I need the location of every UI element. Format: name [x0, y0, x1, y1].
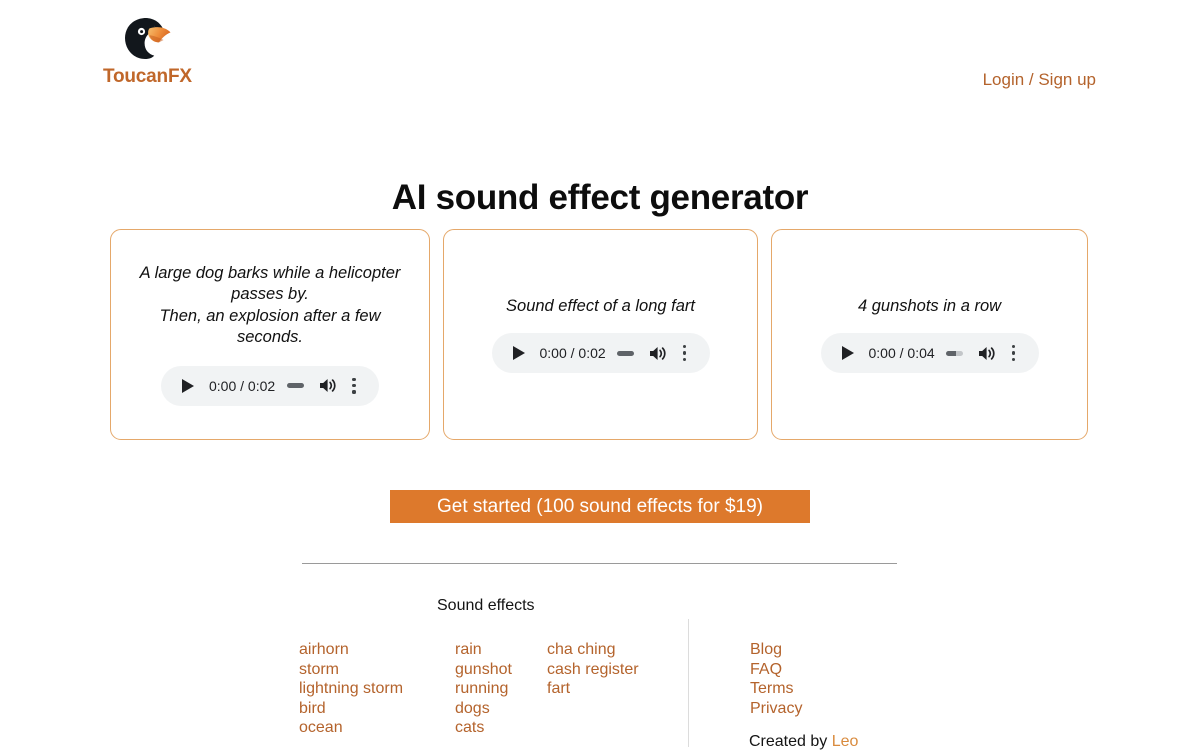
footer-heading: Sound effects: [437, 597, 535, 614]
sound-effects-column: cha ching cash register fart: [547, 640, 687, 738]
more-vertical-icon[interactable]: [674, 341, 696, 365]
sound-effects-column: airhorn storm lightning storm bird ocean: [299, 640, 455, 738]
sound-effect-link-dogs[interactable]: dogs: [455, 699, 547, 719]
brand-name: ToucanFX: [103, 66, 192, 87]
sample-prompt-text: Sound effect of a long fart: [506, 296, 695, 315]
audio-player[interactable]: 0:00 / 0:02: [161, 365, 379, 406]
audio-progress-bar: [946, 350, 964, 356]
sound-effects-links: airhorn storm lightning storm bird ocean…: [299, 640, 687, 738]
sample-card: 4 gunshots in a row 0:00 / 0:04: [771, 229, 1088, 440]
play-icon[interactable]: [506, 340, 532, 366]
volume-high-icon[interactable]: [315, 374, 339, 398]
sound-effect-link-ocean[interactable]: ocean: [299, 718, 455, 738]
footer-link-faq[interactable]: FAQ: [750, 660, 802, 680]
sound-effect-link-cha-ching[interactable]: cha ching: [547, 640, 687, 660]
login-signup-link[interactable]: Login / Sign up: [983, 70, 1096, 90]
volume-high-icon[interactable]: [646, 341, 670, 365]
volume-high-icon[interactable]: [975, 341, 999, 365]
audio-player[interactable]: 0:00 / 0:04: [820, 333, 1039, 374]
audio-time-display: 0:00 / 0:02: [209, 377, 276, 394]
audio-progress-slider[interactable]: [275, 383, 315, 389]
sound-effect-link-airhorn[interactable]: airhorn: [299, 640, 455, 660]
sound-effects-column: rain gunshot running dogs cats: [455, 640, 547, 738]
more-vertical-icon[interactable]: [343, 374, 365, 398]
audio-player[interactable]: 0:00 / 0:02: [491, 333, 710, 374]
audio-progress-bar: [286, 383, 304, 389]
audio-progress-bar: [617, 350, 635, 356]
toucan-logo-icon: [121, 14, 173, 64]
audio-progress-slider[interactable]: [935, 350, 975, 356]
sample-prompt-text: A large dog barks while a helicopter pas…: [139, 264, 401, 346]
footer-divider: [302, 563, 897, 564]
page-root: ToucanFX Login / Sign up AI sound effect…: [0, 0, 1200, 750]
sound-effect-link-gunshot[interactable]: gunshot: [455, 660, 547, 680]
sample-prompt-text: 4 gunshots in a row: [857, 296, 1002, 315]
footer-link-terms[interactable]: Terms: [750, 679, 802, 699]
audio-progress-slider[interactable]: [606, 350, 646, 356]
credit-line: Created by Leo: [749, 733, 858, 750]
sample-card: Sound effect of a long fart 0:00 / 0:02: [443, 229, 758, 440]
play-icon[interactable]: [175, 373, 201, 399]
sound-effect-link-bird[interactable]: bird: [299, 699, 455, 719]
get-started-button[interactable]: Get started (100 sound effects for $19): [390, 490, 810, 523]
sample-cards: A large dog barks while a helicopter pas…: [110, 229, 1090, 440]
site-header: ToucanFX Login / Sign up: [0, 0, 1200, 112]
sound-effect-link-storm[interactable]: storm: [299, 660, 455, 680]
sound-effect-link-cash-register[interactable]: cash register: [547, 660, 687, 680]
sound-effect-link-fart[interactable]: fart: [547, 679, 687, 699]
audio-time-display: 0:00 / 0:04: [868, 345, 935, 362]
credit-author-link[interactable]: Leo: [832, 733, 859, 750]
credit-prefix: Created by: [749, 733, 832, 750]
sound-effect-link-cats[interactable]: cats: [455, 718, 547, 738]
footer-link-blog[interactable]: Blog: [750, 640, 802, 660]
footer-site-links: Blog FAQ Terms Privacy: [750, 640, 802, 718]
play-icon[interactable]: [835, 340, 861, 366]
audio-time-display: 0:00 / 0:02: [539, 345, 606, 362]
more-vertical-icon[interactable]: [1003, 341, 1025, 365]
sound-effect-link-running[interactable]: running: [455, 679, 547, 699]
footer-link-privacy[interactable]: Privacy: [750, 699, 802, 719]
page-title: AI sound effect generator: [391, 178, 809, 218]
footer-vertical-divider: [688, 619, 689, 747]
sample-card: A large dog barks while a helicopter pas…: [110, 229, 430, 440]
sound-effect-link-rain[interactable]: rain: [455, 640, 547, 660]
sound-effect-link-lightning-storm[interactable]: lightning storm: [299, 679, 455, 699]
brand-logo-link[interactable]: ToucanFX: [103, 14, 192, 88]
